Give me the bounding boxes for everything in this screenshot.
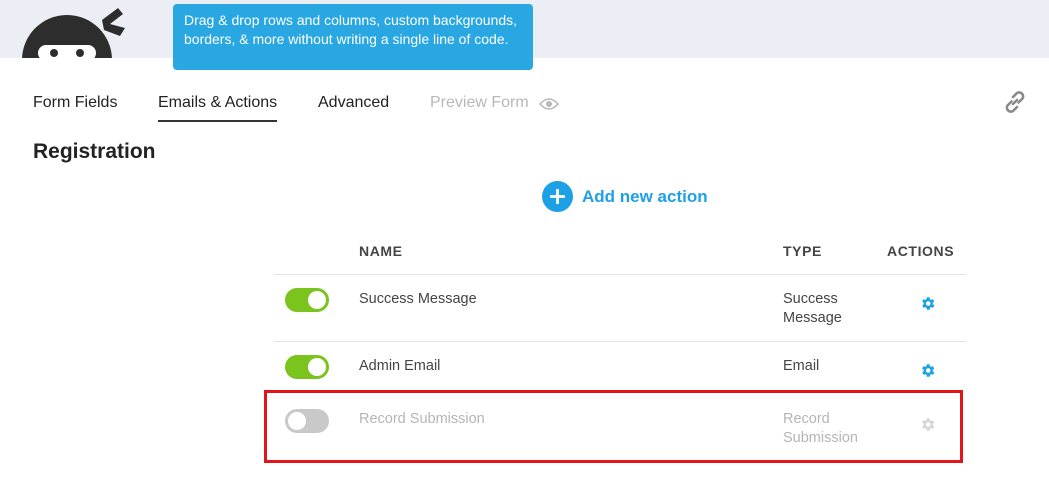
- highlight-box: [264, 390, 963, 463]
- toggle-success-message[interactable]: [285, 288, 329, 312]
- toggle-admin-email[interactable]: [285, 355, 329, 379]
- action-type: Email: [783, 357, 873, 376]
- table-divider: [274, 341, 966, 342]
- tab-emails-actions[interactable]: Emails & Actions: [158, 94, 278, 122]
- eye-icon: [539, 98, 559, 110]
- ninja-mascot-icon: [22, 8, 125, 58]
- column-header-actions: ACTIONS: [887, 243, 955, 259]
- action-type-line: Email: [783, 358, 820, 374]
- action-name: Admin Email: [359, 358, 441, 374]
- action-type-line: Message: [783, 310, 842, 326]
- tab-form-fields[interactable]: Form Fields: [33, 94, 117, 112]
- table-divider: [274, 274, 966, 275]
- action-type-line: Success: [783, 291, 838, 307]
- tooltip-text: Drag & drop rows and columns, custom bac…: [184, 12, 518, 47]
- tab-preview-form[interactable]: Preview Form: [430, 94, 529, 112]
- page-title: Registration: [33, 140, 156, 163]
- add-new-action-button[interactable]: Add new action: [542, 181, 708, 212]
- plus-icon: [542, 181, 573, 212]
- action-name: Success Message: [359, 291, 477, 307]
- tooltip: Drag & drop rows and columns, custom bac…: [173, 4, 533, 70]
- action-type: Success Message: [783, 290, 873, 328]
- toggle-knob: [308, 358, 326, 376]
- add-new-action-label: Add new action: [582, 186, 708, 206]
- column-header-name: NAME: [359, 243, 403, 259]
- column-header-type: TYPE: [783, 243, 822, 259]
- tab-advanced[interactable]: Advanced: [318, 94, 389, 112]
- toggle-knob: [308, 291, 326, 309]
- gear-icon[interactable]: [919, 362, 936, 379]
- gear-icon[interactable]: [919, 295, 936, 312]
- link-icon[interactable]: [1001, 88, 1029, 116]
